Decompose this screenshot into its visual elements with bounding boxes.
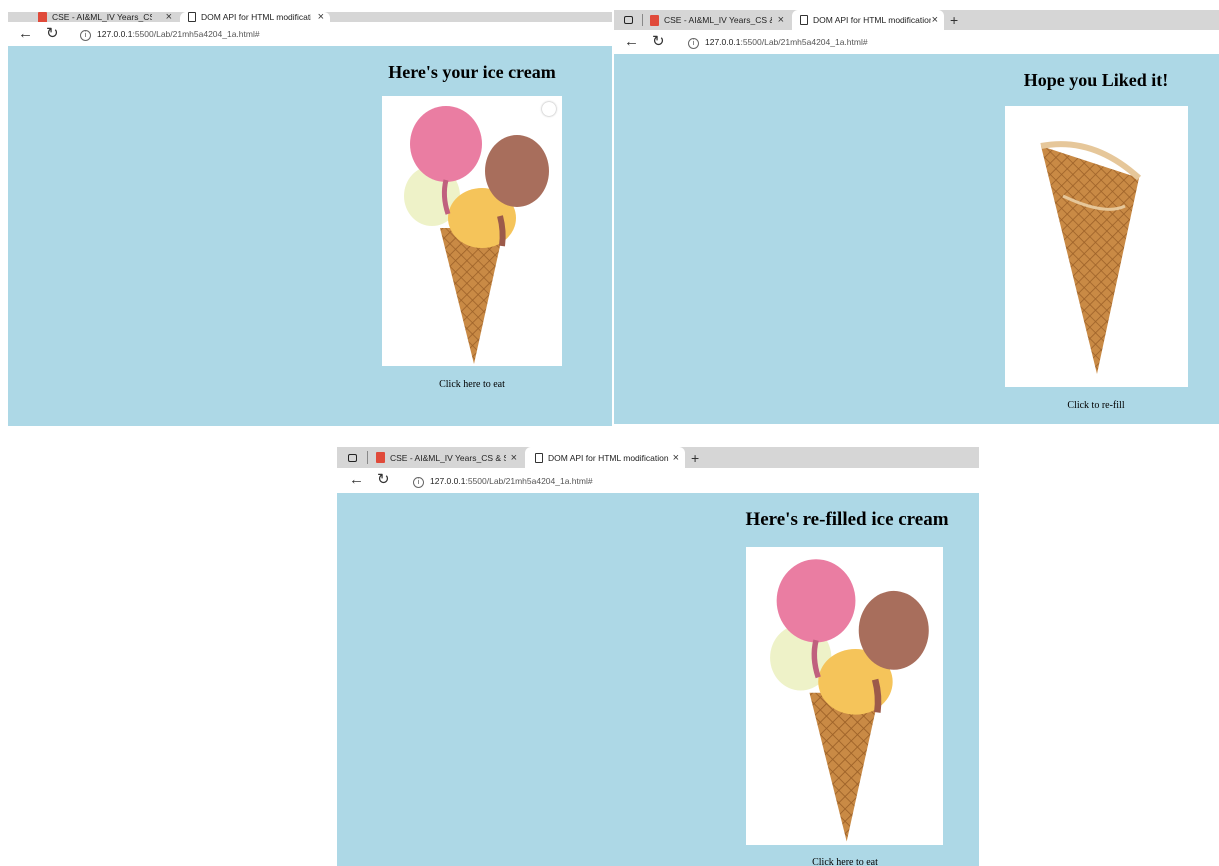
url-host: 127.0.0.1 [97, 29, 133, 39]
back-icon[interactable]: ← [624, 34, 639, 49]
close-icon[interactable]: × [932, 14, 938, 26]
tab-divider [367, 451, 368, 464]
back-icon[interactable]: ← [18, 26, 33, 41]
new-tab-icon[interactable]: + [950, 12, 958, 28]
new-tab-icon[interactable]: + [691, 450, 699, 466]
tab-divider [642, 14, 643, 26]
tab-bar: CSE - AI&ML_IV Years_CS & Sylla × DOM AP… [8, 12, 612, 23]
close-icon[interactable]: × [511, 452, 517, 464]
tab-label: DOM API for HTML modification [548, 452, 669, 463]
tab-label: DOM API for HTML modification [201, 12, 311, 22]
url-field[interactable]: i 127.0.0.1:5500/Lab/21mh5a4204_1a.html# [80, 29, 260, 41]
eat-link[interactable]: Click here to eat [785, 857, 905, 866]
close-icon[interactable]: × [673, 452, 679, 464]
eat-link[interactable]: Click here to eat [412, 379, 532, 390]
tab-actions-icon[interactable] [348, 453, 357, 462]
page-content: Here's re-filled ice cream Click here to… [337, 493, 979, 866]
browser-window-2: CSE - AI&ML_IV Years_CS & Sylla × DOM AP… [614, 10, 1219, 424]
page-icon [535, 452, 543, 463]
page-heading: Hope you Liked it! [1023, 70, 1169, 90]
pdf-icon [376, 452, 385, 463]
page-content: Here's your ice cream Click here to eat [8, 46, 612, 426]
tab-bar: CSE - AI&ML_IV Years_CS & Sylla × DOM AP… [337, 447, 979, 468]
url-host: 127.0.0.1 [705, 37, 741, 47]
ice-cream-full-graphic [770, 559, 929, 842]
refill-link[interactable]: Click to re-fill [1036, 400, 1156, 411]
pdf-icon [650, 14, 659, 26]
pdf-icon [38, 12, 47, 23]
tab-dom-api[interactable]: DOM API for HTML modification × [525, 447, 685, 468]
page-content: Hope you Liked it! Click to re-fill [614, 54, 1219, 424]
page-heading: Here's your ice cream [388, 62, 556, 82]
address-bar: ← ↻ i 127.0.0.1:5500/Lab/21mh5a4204_1a.ht… [614, 30, 1219, 55]
tab-actions-icon[interactable] [624, 16, 633, 24]
ice-cream-full-graphic [404, 106, 549, 364]
page-heading: Here's re-filled ice cream [745, 509, 949, 530]
tab-dom-api[interactable]: DOM API for HTML modification × [180, 12, 330, 23]
address-bar: ← ↻ i 127.0.0.1:5500/Lab/21mh5a4204_1a.ht… [337, 468, 979, 494]
url-host: 127.0.0.1 [430, 476, 466, 486]
close-icon[interactable]: × [778, 14, 784, 26]
ice-cream-image [746, 547, 943, 845]
url-field[interactable]: i 127.0.0.1:5500/Lab/21mh5a4204_1a.html# [688, 37, 868, 49]
tab-pdf[interactable]: CSE - AI&ML_IV Years_CS & Sylla × [373, 447, 523, 468]
tab-pdf[interactable]: CSE - AI&ML_IV Years_CS & Sylla × [38, 12, 178, 23]
tab-pdf[interactable]: CSE - AI&ML_IV Years_CS & Sylla × [646, 10, 790, 30]
tab-bar: CSE - AI&ML_IV Years_CS & Sylla × DOM AP… [614, 10, 1219, 30]
url-path: :5500/Lab/21mh5a4204_1a.html# [740, 37, 868, 47]
url-path: :5500/Lab/21mh5a4204_1a.html# [132, 29, 260, 39]
tab-label: DOM API for HTML modification [813, 15, 931, 25]
empty-cone-image [1005, 106, 1188, 387]
back-icon[interactable]: ← [349, 472, 364, 487]
empty-cone-graphic [1040, 141, 1142, 374]
reload-icon[interactable]: ↻ [46, 26, 59, 41]
page-icon [800, 15, 808, 25]
tab-label: CSE - AI&ML_IV Years_CS & Sylla [52, 12, 152, 22]
reload-icon[interactable]: ↻ [377, 472, 390, 487]
info-icon[interactable]: i [80, 30, 91, 41]
url-path: :5500/Lab/21mh5a4204_1a.html# [465, 476, 593, 486]
tab-label: CSE - AI&ML_IV Years_CS & Sylla [664, 15, 772, 25]
reload-icon[interactable]: ↻ [652, 34, 665, 49]
lens-icon[interactable] [542, 102, 556, 116]
ice-cream-image [382, 96, 562, 366]
url-field[interactable]: i 127.0.0.1:5500/Lab/21mh5a4204_1a.html# [413, 476, 593, 488]
page-icon [188, 12, 196, 22]
tab-dom-api[interactable]: DOM API for HTML modification × [792, 10, 944, 30]
info-icon[interactable]: i [688, 38, 699, 49]
info-icon[interactable]: i [413, 477, 424, 488]
browser-window-3: CSE - AI&ML_IV Years_CS & Sylla × DOM AP… [337, 447, 979, 866]
tab-label: CSE - AI&ML_IV Years_CS & Sylla [390, 452, 506, 463]
browser-window-1: CSE - AI&ML_IV Years_CS & Sylla × DOM AP… [8, 12, 612, 426]
address-bar: ← ↻ i 127.0.0.1:5500/Lab/21mh5a4204_1a.ht… [8, 22, 612, 47]
